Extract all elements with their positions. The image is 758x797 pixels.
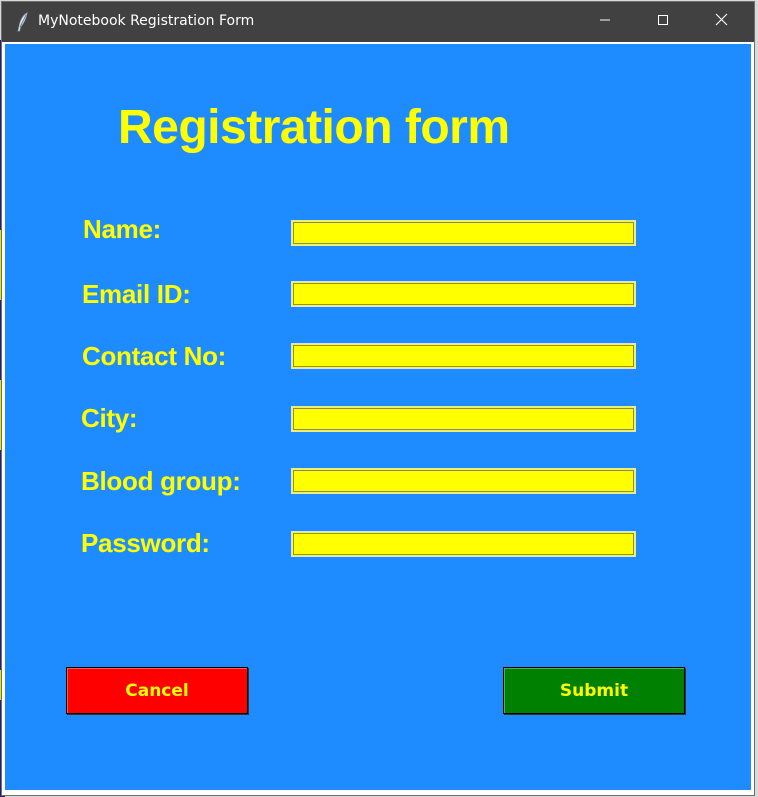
minimize-icon: [599, 13, 611, 31]
registration-window: MyNotebook Registration Form Registratio…: [2, 2, 754, 795]
cancel-button[interactable]: Cancel: [66, 667, 248, 714]
contact-label: Contact No:: [82, 341, 227, 371]
form-area: Registration form Name: Email ID: Contac…: [5, 44, 751, 790]
blood-group-input[interactable]: [291, 468, 636, 494]
blood-group-label: Blood group:: [81, 466, 241, 496]
close-button[interactable]: [692, 2, 750, 42]
feather-icon: [16, 12, 30, 32]
email-input[interactable]: [291, 281, 636, 307]
name-input[interactable]: [291, 220, 636, 246]
close-icon: [715, 13, 728, 31]
page-title: Registration form: [118, 101, 510, 154]
minimize-button[interactable]: [576, 2, 634, 42]
city-label: City:: [81, 403, 138, 433]
maximize-button[interactable]: [634, 2, 692, 42]
window-title: MyNotebook Registration Form: [38, 13, 255, 29]
city-input[interactable]: [291, 406, 636, 432]
maximize-icon: [657, 13, 669, 31]
email-label: Email ID:: [82, 279, 191, 309]
submit-button[interactable]: Submit: [503, 667, 685, 714]
password-input[interactable]: [291, 531, 636, 557]
contact-input[interactable]: [291, 343, 636, 369]
title-bar[interactable]: MyNotebook Registration Form: [2, 2, 754, 42]
name-label: Name:: [83, 214, 161, 244]
password-label: Password:: [81, 528, 210, 558]
